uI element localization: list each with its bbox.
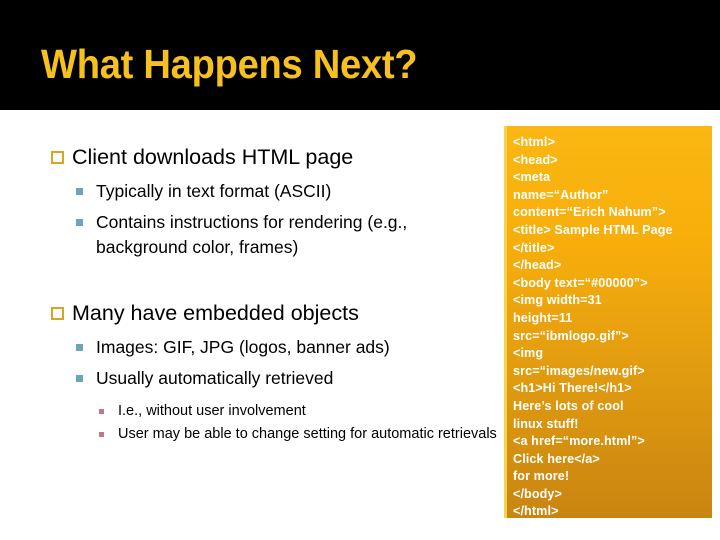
code-line: content=“Erich Nahum”> (513, 205, 666, 220)
bullet-level2: Images: GIF, JPG (logos, banner ads) (0, 335, 500, 360)
code-line: </title> (513, 240, 555, 255)
code-line: src=“images/new.gif> (513, 363, 645, 378)
code-line: Click here</a> (513, 451, 600, 466)
bullet-level3: User may be able to change setting for a… (0, 424, 500, 445)
code-line: name=“Author” (513, 187, 609, 202)
page-title: What Happens Next? (41, 41, 418, 87)
bullet-square-icon (51, 307, 64, 320)
bullet-level1-label: Client downloads HTML page (72, 145, 354, 169)
bullet-small-square-icon (76, 188, 83, 195)
bullet-small-square-icon (76, 219, 83, 226)
bullet-level1: Many have embedded objects (0, 299, 500, 327)
bullet-square-icon (51, 151, 64, 164)
code-line: <meta (513, 170, 551, 185)
code-line: <h1>Hi There!</h1> (513, 381, 632, 396)
bullet-level2-label: Contains instructions for rendering (e.g… (96, 212, 408, 257)
slide-body: Client downloads HTML page Typically in … (0, 110, 500, 540)
code-line: <head> (513, 152, 558, 167)
bullet-level3-label: I.e., without user involvement (118, 403, 306, 419)
bullet-group: Client downloads HTML page Typically in … (0, 143, 500, 266)
bullet-level2: Usually automatically retrieved (0, 366, 500, 391)
bullet-level2-label: Usually automatically retrieved (96, 368, 334, 388)
code-line: <html> (513, 135, 555, 149)
bullet-small-square-icon (76, 375, 83, 382)
bullet-tiny-square-icon (99, 432, 104, 437)
bullet-small-square-icon (76, 344, 83, 351)
bullet-level2-label: Typically in text format (ASCII) (96, 181, 332, 201)
title-band: What Happens Next? (0, 0, 720, 110)
code-line: src=“ibmlogo.gif”> (513, 328, 629, 343)
bullet-level2-label: Images: GIF, JPG (logos, banner ads) (96, 337, 390, 357)
code-line: </html> (513, 504, 559, 518)
code-line: <body text=“#00000”> (513, 275, 648, 290)
bullet-level3-label: User may be able to change setting for a… (118, 426, 497, 442)
code-line: <title> Sample HTML Page (513, 222, 673, 237)
code-listing: <html> <head> <meta name=“Author” conten… (513, 134, 710, 518)
code-sample-panel: <html> <head> <meta name=“Author” conten… (504, 126, 712, 518)
bullet-level3: I.e., without user involvement (0, 401, 500, 422)
code-line: </head> (513, 258, 562, 273)
code-line: for more! (513, 469, 570, 484)
slide: What Happens Next? Client downloads HTML… (0, 0, 720, 540)
bullet-level1-label: Many have embedded objects (72, 301, 359, 325)
code-line: Here’s lots of cool (513, 398, 624, 413)
code-line: <img (513, 346, 544, 361)
code-line: linux stuff! (513, 416, 579, 431)
bullet-level2: Typically in text format (ASCII) (0, 179, 500, 204)
bullet-group: Many have embedded objects Images: GIF, … (0, 299, 500, 447)
bullet-tiny-square-icon (99, 409, 104, 414)
code-line: <img width=31 (513, 293, 602, 308)
code-line: height=11 (513, 310, 573, 325)
code-line: <a href=“more.html”> (513, 434, 645, 449)
code-line: </body> (513, 486, 562, 501)
bullet-level1: Client downloads HTML page (0, 143, 500, 171)
bullet-level2: Contains instructions for rendering (e.g… (0, 210, 500, 260)
